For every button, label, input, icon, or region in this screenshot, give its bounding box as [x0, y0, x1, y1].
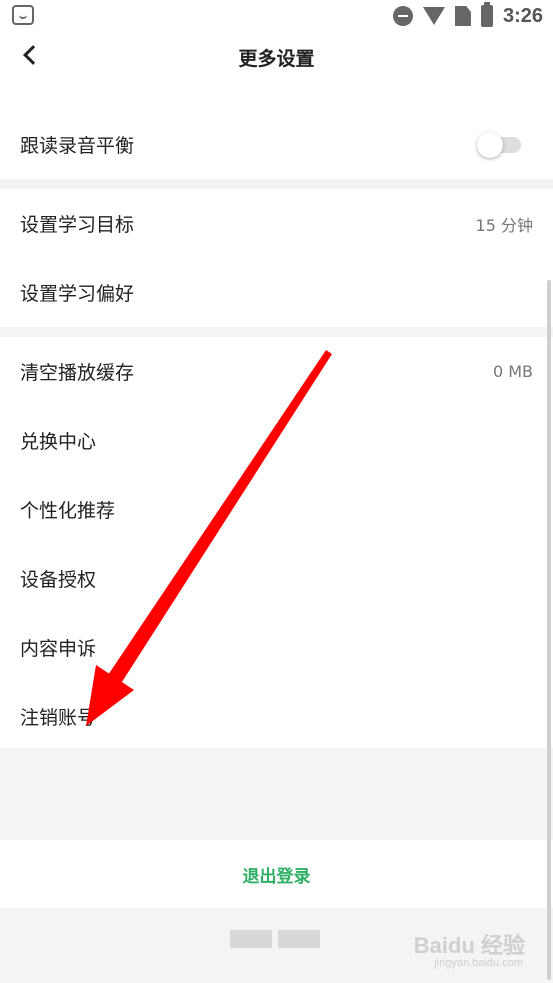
- annotation-arrow: [86, 350, 332, 726]
- arrow-shaft: [106, 350, 332, 685]
